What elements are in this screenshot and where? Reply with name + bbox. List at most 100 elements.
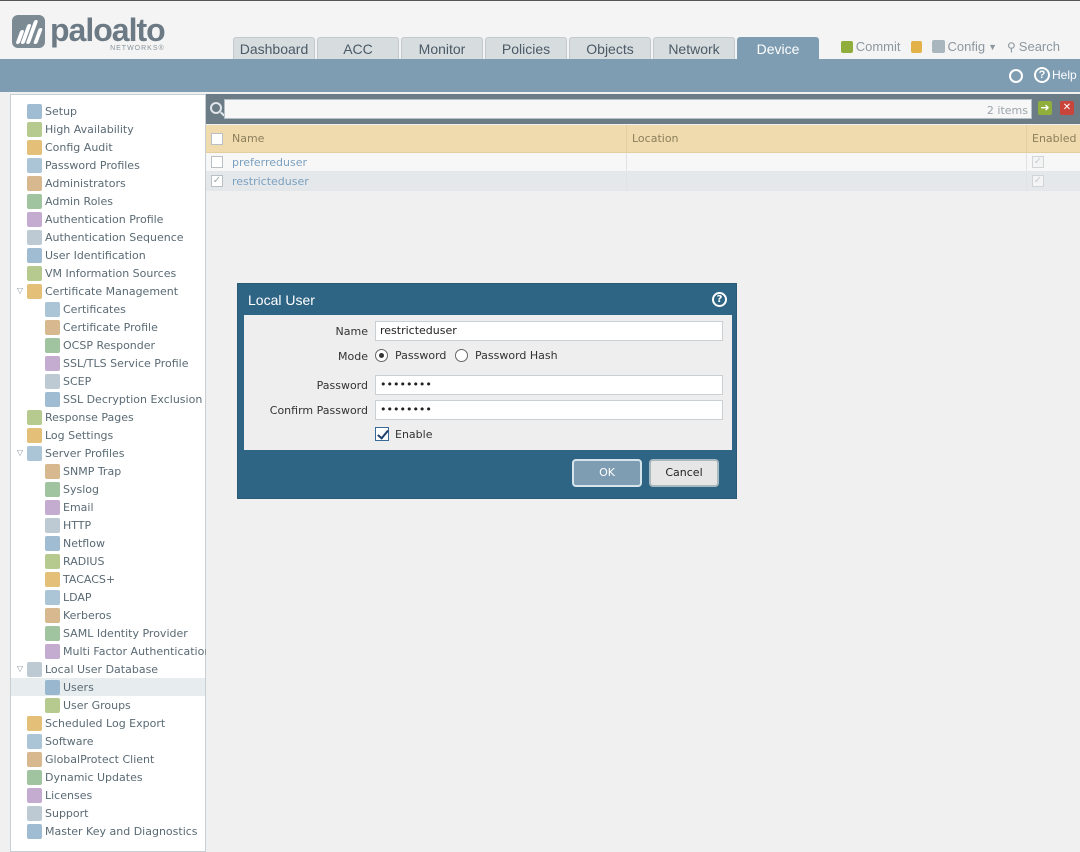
sidebar-item-admin-roles[interactable]: Admin Roles [27,192,205,210]
auth-profile-icon [27,211,42,227]
clear-filter-icon[interactable]: ✕ [1060,101,1074,115]
sidebar-item-licenses[interactable]: Licenses [27,786,205,804]
search-link[interactable]: ⚲ Search [1007,39,1060,54]
tab-device[interactable]: Device [737,37,819,60]
sidebar-item-netflow[interactable]: Netflow [45,534,205,552]
expand-triangle-icon[interactable]: ▽ [15,664,25,674]
sidebar-item-password-profiles[interactable]: Password Profiles [27,156,205,174]
sidebar-item-dynamic-updates[interactable]: Dynamic Updates [27,768,205,786]
cancel-button[interactable]: Cancel [649,459,719,487]
dialog-title: Local User [248,292,315,308]
sidebar-item-scep[interactable]: SCEP [45,372,205,390]
confirm-password-field[interactable]: •••••••• [375,400,723,420]
radius-icon [45,553,60,569]
sidebar-item-ldap[interactable]: LDAP [45,588,205,606]
commit-label: Commit [855,39,901,54]
lock-link[interactable] [910,39,922,54]
user-id-icon [27,247,42,263]
column-header-name[interactable]: Name [228,125,627,152]
sidebar-item-support[interactable]: Support [27,804,205,822]
chevron-down-icon: ▼ [988,41,997,52]
tab-policies[interactable]: Policies [485,37,567,60]
sidebar-item-label: Config Audit [45,140,113,154]
help-icon: ? [1034,67,1050,83]
tab-dashboard[interactable]: Dashboard [233,37,315,60]
table-header: Name Location Enabled [206,125,1080,153]
sidebar-item-saml-identity-provider[interactable]: SAML Identity Provider [45,624,205,642]
sidebar-item-ocsp-responder[interactable]: OCSP Responder [45,336,205,354]
sidebar-item-ssl-decryption-exclusion[interactable]: SSL Decryption Exclusion [45,390,205,408]
user-name-link[interactable]: preferreduser [228,153,627,171]
sidebar-item-master-key-and-diagnostics[interactable]: Master Key and Diagnostics [27,822,205,840]
table-row[interactable]: restricteduser [206,172,1080,191]
sidebar-item-label: SAML Identity Provider [63,626,188,640]
sidebar-item-log-settings[interactable]: Log Settings [27,426,205,444]
sidebar-item-label: SSL/TLS Service Profile [63,356,189,370]
tab-acc[interactable]: ACC [317,37,399,60]
sidebar-item-response-pages[interactable]: Response Pages [27,408,205,426]
sidebar-item-email[interactable]: Email [45,498,205,516]
sidebar-item-label: VM Information Sources [45,266,177,280]
tab-monitor[interactable]: Monitor [401,37,483,60]
sidebar-item-authentication-sequence[interactable]: Authentication Sequence [27,228,205,246]
sidebar-item-vm-information-sources[interactable]: VM Information Sources [27,264,205,282]
user-name-link[interactable]: restricteduser [228,172,627,190]
config-menu[interactable]: Config ▼ [931,39,997,54]
sidebar-item-globalprotect-client[interactable]: GlobalProtect Client [27,750,205,768]
sidebar-item-syslog[interactable]: Syslog [45,480,205,498]
table-row[interactable]: preferreduser [206,153,1080,172]
help-link[interactable]: ? Help [1034,67,1077,83]
filter-input[interactable] [224,99,1032,119]
sidebar-item-user-identification[interactable]: User Identification [27,246,205,264]
tab-objects[interactable]: Objects [569,37,651,60]
sidebar-item-label: Administrators [45,176,126,190]
sidebar-item-label: Local User Database [45,662,159,676]
dialog-help-icon[interactable]: ? [712,292,727,307]
sidebar-item-certificates[interactable]: Certificates [45,300,205,318]
refresh-icon[interactable] [1009,69,1023,83]
column-header-location[interactable]: Location [627,125,1027,152]
mode-password-hash-radio[interactable]: Password Hash [455,349,558,362]
log-export-icon [27,715,42,731]
sidebar-item-tacacs[interactable]: TACACS+ [45,570,205,588]
dialog-body: Name restricteduser Mode Password Passwo… [244,315,732,450]
sidebar-item-high-availability[interactable]: High Availability [27,120,205,138]
row-checkbox[interactable] [211,175,223,187]
ok-button[interactable]: OK [572,459,642,487]
sidebar-item-config-audit[interactable]: Config Audit [27,138,205,156]
enable-checkbox[interactable]: Enable [375,427,432,441]
sidebar-item-authentication-profile[interactable]: Authentication Profile [27,210,205,228]
sidebar-item-server-profiles[interactable]: ▽ Server Profiles [15,444,205,462]
sidebar-item-kerberos[interactable]: Kerberos [45,606,205,624]
sidebar-item-local-user-database[interactable]: ▽ Local User Database [15,660,205,678]
select-all-checkbox[interactable] [211,132,223,145]
row-checkbox[interactable] [211,156,223,168]
name-field[interactable]: restricteduser [375,321,723,341]
sidebar-item-radius[interactable]: RADIUS [45,552,205,570]
certificate-icon [45,301,60,317]
sidebar-item-users[interactable]: Users [11,678,205,696]
expand-triangle-icon[interactable]: ▽ [15,448,25,458]
commit-link[interactable]: Commit [840,39,901,54]
mode-password-radio[interactable]: Password [375,349,446,362]
enable-label: Enable [395,427,433,441]
sidebar-item-certificate-management[interactable]: ▽ Certificate Management [15,282,205,300]
password-field[interactable]: •••••••• [375,375,723,395]
sidebar-item-user-groups[interactable]: User Groups [45,696,205,714]
http-icon [45,517,60,533]
sidebar-item-multi-factor-authentication[interactable]: Multi Factor Authentication [45,642,211,660]
tab-network[interactable]: Network [653,37,735,60]
apply-filter-icon[interactable]: ➜ [1038,101,1052,115]
sidebar-item-certificate-profile[interactable]: Certificate Profile [45,318,205,336]
sidebar-item-software[interactable]: Software [27,732,205,750]
sidebar-item-snmp-trap[interactable]: SNMP Trap [45,462,205,480]
sidebar-item-ssl-tls-service-profile[interactable]: SSL/TLS Service Profile [45,354,205,372]
sidebar-item-administrators[interactable]: Administrators [27,174,205,192]
expand-triangle-icon[interactable]: ▽ [15,286,25,296]
cert-mgmt-icon [27,283,42,299]
audit-icon [27,139,42,155]
column-header-enabled[interactable]: Enabled [1027,125,1080,152]
sidebar-item-http[interactable]: HTTP [45,516,205,534]
sidebar-item-scheduled-log-export[interactable]: Scheduled Log Export [27,714,205,732]
sidebar-item-setup[interactable]: Setup [27,102,205,120]
